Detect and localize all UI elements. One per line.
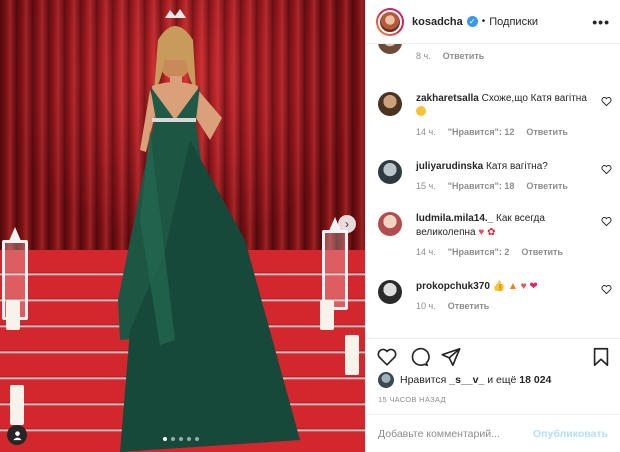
carousel-dot — [195, 437, 199, 441]
reply-button[interactable]: Ответить — [448, 301, 490, 311]
comment-item: juliyarudinska Катя вагітна? 15 ч. "Нрав… — [378, 160, 614, 191]
carousel-dot — [171, 437, 175, 441]
likes-prefix: Нравится — [400, 374, 447, 386]
commenter-avatar[interactable] — [378, 160, 402, 184]
liker-username[interactable]: _s__v_ — [449, 374, 484, 386]
header-separator: • — [481, 16, 486, 27]
carousel-dot — [163, 437, 167, 441]
comment-like-heart-icon[interactable] — [601, 284, 612, 295]
like-heart-icon[interactable] — [376, 346, 398, 368]
author-avatar[interactable] — [376, 7, 404, 36]
comment-meta: 15 ч. "Нравится": 18 Ответить — [416, 181, 614, 191]
post-timestamp[interactable]: 15 ЧАСОВ НАЗАД — [378, 395, 446, 404]
red-heart-emoji-icon: ♥ — [478, 227, 485, 238]
publish-button[interactable]: Опубликовать — [533, 428, 608, 440]
post-actions-bar — [366, 338, 620, 374]
post-photo[interactable]: › — [0, 0, 365, 452]
comment-like-heart-icon[interactable] — [601, 164, 612, 175]
likes-middle: и ещё — [487, 374, 517, 386]
more-options-button[interactable]: ••• — [592, 14, 610, 30]
comment-time: 15 ч. — [416, 181, 436, 191]
commenter-avatar[interactable] — [378, 92, 402, 116]
comment-text: juliyarudinska Катя вагітна? — [416, 160, 614, 174]
comment-item: ludmila.mila14._ Как всегда великолепна … — [378, 212, 614, 257]
comment-text: ludmila.mila14._ Как всегда великолепна … — [416, 212, 614, 240]
reply-button[interactable]: Ответить — [526, 127, 568, 137]
comment-like-heart-icon[interactable] — [601, 96, 612, 107]
comment-time: 14 ч. — [416, 247, 436, 257]
liker-avatar — [378, 372, 394, 388]
fire-emoji-icon: ▲ — [507, 281, 518, 292]
comment-item: zakharetsalla Схоже,що Катя вагітна 14 ч… — [378, 92, 614, 137]
comment-meta: 8 ч. Ответить — [416, 51, 614, 61]
author-username[interactable]: kosadcha — [412, 16, 463, 28]
comment-likes[interactable]: "Нравится": 18 — [448, 181, 515, 191]
reply-button[interactable]: Ответить — [521, 247, 563, 257]
commenter-avatar[interactable] — [378, 280, 402, 304]
next-photo-button[interactable]: › — [338, 215, 356, 233]
comment-item: prokopchuk370 👍 ▲ ♥ ❤ 10 ч. Ответить — [378, 280, 614, 311]
smiling-face-emoji-icon — [416, 106, 426, 116]
save-bookmark-icon[interactable] — [590, 346, 612, 368]
kiss-mark-emoji-icon: ❤ — [529, 281, 538, 292]
reply-button[interactable]: Ответить — [526, 181, 568, 191]
comment-text: prokopchuk370 👍 ▲ ♥ ❤ — [416, 280, 614, 294]
post-sidebar: kosadcha ✓ • Подписки ••• 8 ч. Ответить … — [365, 0, 620, 452]
commenter-username[interactable]: juliyarudinska — [416, 161, 483, 172]
commenter-username[interactable]: zakharetsalla — [416, 93, 479, 104]
comments-list[interactable]: 8 ч. Ответить zakharetsalla Схоже,що Кат… — [366, 44, 620, 336]
comment-body: Схоже,що Катя вагітна — [481, 93, 587, 104]
commenter-avatar[interactable] — [378, 44, 402, 54]
comment-meta: 10 ч. Ответить — [416, 301, 614, 311]
comment-likes[interactable]: "Нравится": 12 — [448, 127, 515, 137]
comment-time: 14 ч. — [416, 127, 436, 137]
reply-button[interactable]: Ответить — [443, 51, 485, 61]
comment-composer: Опубликовать — [366, 414, 620, 452]
comment-time: 8 ч. — [416, 51, 431, 61]
commenter-username[interactable]: prokopchuk370 — [416, 281, 490, 292]
thumbs-up-emoji-icon: 👍 — [492, 281, 506, 292]
likes-count[interactable]: 18 024 — [519, 374, 551, 386]
following-button[interactable]: Подписки — [489, 16, 538, 28]
comment-time: 10 ч. — [416, 301, 436, 311]
rose-emoji-icon: ✿ — [487, 227, 496, 238]
carousel-indicator — [163, 437, 199, 441]
red-heart-emoji-icon: ♥ — [520, 281, 527, 292]
comment-text: zakharetsalla Схоже,що Катя вагітна — [416, 92, 614, 120]
comment-bubble-icon[interactable] — [408, 346, 430, 368]
comment-likes[interactable]: "Нравится": 2 — [448, 247, 510, 257]
likes-summary[interactable]: Нравится _s__v_ и ещё 18 024 — [378, 372, 551, 388]
add-comment-input[interactable] — [378, 427, 528, 440]
carousel-dot — [187, 437, 191, 441]
comment-item: 8 ч. Ответить — [378, 44, 614, 61]
comment-meta: 14 ч. "Нравится": 2 Ответить — [416, 247, 614, 257]
tagged-users-button[interactable] — [7, 425, 27, 445]
comment-like-heart-icon[interactable] — [601, 216, 612, 227]
comment-meta: 14 ч. "Нравится": 12 Ответить — [416, 127, 614, 137]
commenter-avatar[interactable] — [378, 212, 402, 236]
commenter-username[interactable]: ludmila.mila14._ — [416, 213, 493, 224]
verified-badge-icon: ✓ — [466, 16, 478, 27]
post-header: kosadcha ✓ • Подписки ••• — [366, 0, 620, 44]
woman-in-green-gown — [118, 9, 300, 452]
share-send-icon[interactable] — [440, 346, 462, 368]
comment-body: Катя вагітна? — [486, 161, 548, 172]
user-icon — [12, 430, 22, 440]
carousel-dot — [179, 437, 183, 441]
